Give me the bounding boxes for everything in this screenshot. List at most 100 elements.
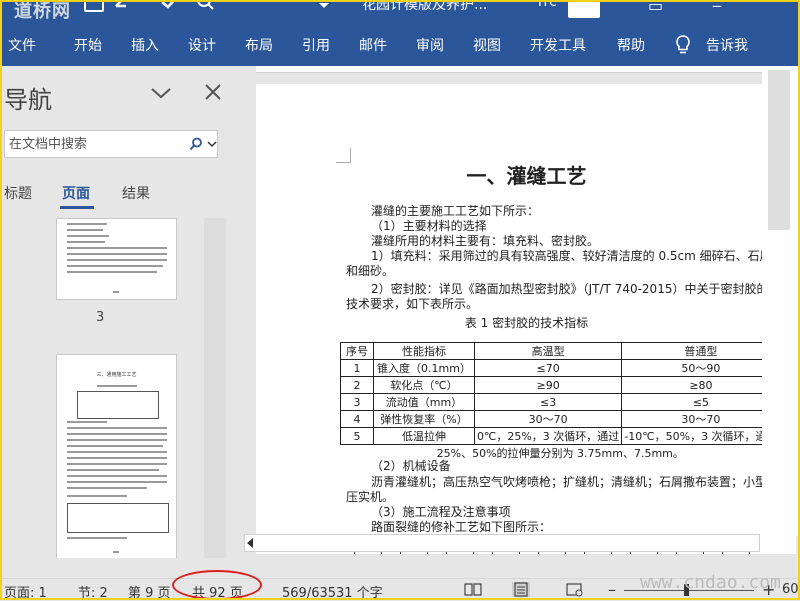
chevron-down-icon[interactable]: [150, 86, 172, 100]
nav-tab-pages[interactable]: 页面: [62, 183, 90, 203]
table-cell: 软化点（℃）: [373, 376, 475, 394]
tab-help[interactable]: 帮助: [617, 35, 645, 55]
body-paragraph: （3）施工流程及注意事项: [371, 505, 511, 519]
body-paragraph: 和细砂。: [346, 264, 395, 278]
status-section[interactable]: 节: 2: [78, 582, 108, 601]
body-paragraph: 灌缝的主要施工工艺如下所示：: [371, 204, 540, 218]
zoom-level[interactable]: 60: [782, 582, 799, 597]
zoom-out-button[interactable]: –: [608, 580, 616, 599]
table-header: 高温型: [473, 342, 623, 360]
lightbulb-icon: [676, 35, 690, 54]
body-paragraph: 压实机。: [346, 490, 395, 504]
scroll-left-arrow-icon[interactable]: [247, 538, 253, 548]
page-thumbnail-3[interactable]: [56, 218, 177, 300]
tab-home[interactable]: 开始: [74, 35, 102, 55]
tab-file[interactable]: 文件: [8, 35, 36, 55]
table-cell: 流动值（mm）: [373, 393, 475, 411]
table-cell: ≤70: [473, 359, 623, 377]
table-cell: ≥80: [621, 376, 781, 394]
user-name: rrc: [538, 0, 557, 10]
horizontal-scrollbar[interactable]: [244, 534, 760, 552]
table-cell: 1: [340, 359, 374, 377]
save-icon[interactable]: [84, 0, 104, 12]
navigation-pane: 导航 标题 页面 结果 3 三、通用施工工艺: [0, 66, 238, 578]
minimize-icon[interactable]: ‒: [712, 0, 722, 15]
ribbon-tabs: 文件 开始 插入 设计 布局 引用 邮件 审阅 视图 开发工具 帮助 告诉我: [0, 22, 800, 66]
body-paragraph: （2）机械设备: [371, 459, 451, 473]
tell-me-search[interactable]: 告诉我: [706, 35, 748, 55]
title-bar: 道桥网 花园计模版及养护... rrc ▭ ‒: [0, 0, 800, 22]
status-page[interactable]: 页面: 1: [4, 582, 47, 601]
vertical-scrollbar-thumb[interactable]: [768, 70, 790, 230]
page-thumbnail-4[interactable]: 三、通用施工工艺: [56, 354, 177, 558]
body-paragraph: （1）主要材料的选择: [371, 219, 487, 233]
read-mode-icon[interactable]: [464, 582, 482, 597]
nav-pane-scrollbar[interactable]: [204, 218, 226, 558]
tab-mailings[interactable]: 邮件: [359, 35, 387, 55]
document-area: 一、灌缝工艺 灌缝的主要施工工艺如下所示： （1）主要材料的选择 灌缝所用的材料…: [238, 66, 800, 554]
web-layout-icon[interactable]: [566, 582, 584, 597]
table-cell: 低温拉伸: [373, 427, 475, 445]
print-preview-icon[interactable]: [196, 0, 216, 12]
user-avatar[interactable]: [568, 0, 600, 18]
tab-insert[interactable]: 插入: [131, 35, 159, 55]
tab-design[interactable]: 设计: [188, 35, 216, 55]
check-icon[interactable]: [160, 0, 180, 10]
table-cell: 30～70: [621, 410, 781, 428]
table-cell: -10℃，50%，3 次循环，通过: [621, 427, 781, 445]
body-paragraph: 灌缝所用的材料主要有：填充料、密封胶。: [371, 234, 600, 248]
document-page[interactable]: 一、灌缝工艺 灌缝的主要施工工艺如下所示： （1）主要材料的选择 灌缝所用的材料…: [256, 84, 796, 554]
tab-review[interactable]: 审阅: [416, 35, 444, 55]
previous-page-edge: [256, 66, 796, 73]
tab-references[interactable]: 引用: [302, 35, 330, 55]
table-row: 1 锥入度（0.1mm） ≤70 50～90: [340, 359, 781, 377]
quick-access-dropdown-icon[interactable]: [318, 2, 330, 10]
section-heading: 一、灌缝工艺: [466, 164, 587, 188]
search-input[interactable]: [9, 135, 177, 153]
table-header: 性能指标: [373, 342, 475, 360]
nav-search-box: [4, 130, 218, 158]
table-header: 普通型: [621, 342, 781, 360]
vertical-scrollbar[interactable]: [762, 66, 800, 536]
table-cell: 4: [340, 410, 374, 428]
body-paragraph: 2）密封胶：详见《路面加热型密封胶》（JT/T 740-2015）中关于密封胶的: [371, 282, 769, 296]
tab-view[interactable]: 视图: [473, 35, 501, 55]
undo-icon[interactable]: [114, 0, 136, 10]
table-cell: 3: [340, 393, 374, 411]
search-options-chevron-icon[interactable]: [207, 141, 217, 148]
table-cell: 50～90: [621, 359, 781, 377]
status-total-pages[interactable]: 共 92 页: [192, 582, 243, 601]
table-row: 3 流动值（mm） ≤3 ≤5: [340, 393, 781, 411]
table-cell: 30～70: [473, 410, 623, 428]
table-cell: 0℃，25%，3 次循环，通过: [473, 427, 623, 445]
tab-layout[interactable]: 布局: [245, 35, 273, 55]
print-layout-icon[interactable]: [512, 582, 530, 597]
document-title: 花园计模版及养护...: [362, 0, 488, 13]
status-page-of[interactable]: 第 9 页: [128, 582, 171, 601]
sealant-spec-table: 序号 性能指标 高温型 普通型 1 锥入度（0.1mm） ≤70 50～90 2…: [340, 342, 781, 461]
nav-tab-results[interactable]: 结果: [122, 183, 150, 203]
table-cell: 锥入度（0.1mm）: [373, 359, 475, 377]
page-thumbnail-number: 3: [96, 310, 105, 325]
tab-developer[interactable]: 开发工具: [530, 35, 586, 55]
ribbon-options-icon[interactable]: ▭: [648, 0, 663, 15]
table-cell: 弹性恢复率（%）: [373, 410, 475, 428]
table-row: 2 软化点（℃） ≥90 ≥80: [340, 376, 781, 394]
table-caption: 表 1 密封胶的技术指标: [464, 316, 589, 330]
table-row: 4 弹性恢复率（%） 30～70 30～70: [340, 410, 781, 428]
nav-pane-title: 导航: [4, 86, 52, 114]
table-cell: 2: [340, 376, 374, 394]
status-word-count[interactable]: 569/63531 个字: [282, 582, 383, 601]
site-watermark-text: www.cndao.com: [640, 572, 781, 593]
search-icon[interactable]: [189, 137, 203, 151]
body-paragraph: 沥青灌缝机；高压热空气吹烤喷枪；扩缝机；清缝机；石屑撒布装置；小型: [371, 475, 768, 489]
table-cell: ≤3: [473, 393, 623, 411]
table-header: 序号: [340, 342, 374, 360]
body-paragraph: 路面裂缝的修补工艺如下图所示：: [371, 520, 552, 534]
table-cell: ≥90: [473, 376, 623, 394]
body-paragraph: 1）填充料：采用筛过的具有较高强度、较好清洁度的 0.5cm 细碎石、石屑: [371, 249, 772, 263]
body-paragraph: 技术要求，如下表所示。: [346, 297, 479, 311]
nav-tab-headings[interactable]: 标题: [4, 183, 32, 203]
page-thumbnails: 3 三、通用施工工艺: [0, 218, 238, 558]
close-icon[interactable]: [204, 83, 222, 101]
